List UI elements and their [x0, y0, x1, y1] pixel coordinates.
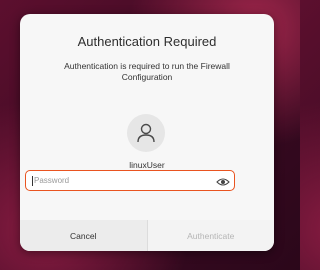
eye-icon[interactable] [216, 175, 230, 187]
avatar [127, 114, 165, 152]
dialog-message-line2: Configuration [121, 72, 173, 82]
authenticate-button[interactable]: Authenticate [147, 220, 274, 251]
user-icon [137, 123, 155, 143]
password-field[interactable]: Password [25, 170, 235, 191]
dialog-message: Authentication is required to run the Fi… [34, 61, 260, 83]
text-caret [32, 176, 33, 186]
dialog-actions: Cancel Authenticate [20, 220, 274, 251]
dialog-message-line1: Authentication is required to run the Fi… [64, 61, 230, 71]
cancel-button[interactable]: Cancel [20, 220, 148, 251]
auth-dialog: Authentication Required Authentication i… [20, 14, 274, 251]
username-label: linuxUser [129, 160, 165, 170]
password-placeholder: Password [34, 176, 70, 185]
dialog-title: Authentication Required [77, 34, 217, 49]
